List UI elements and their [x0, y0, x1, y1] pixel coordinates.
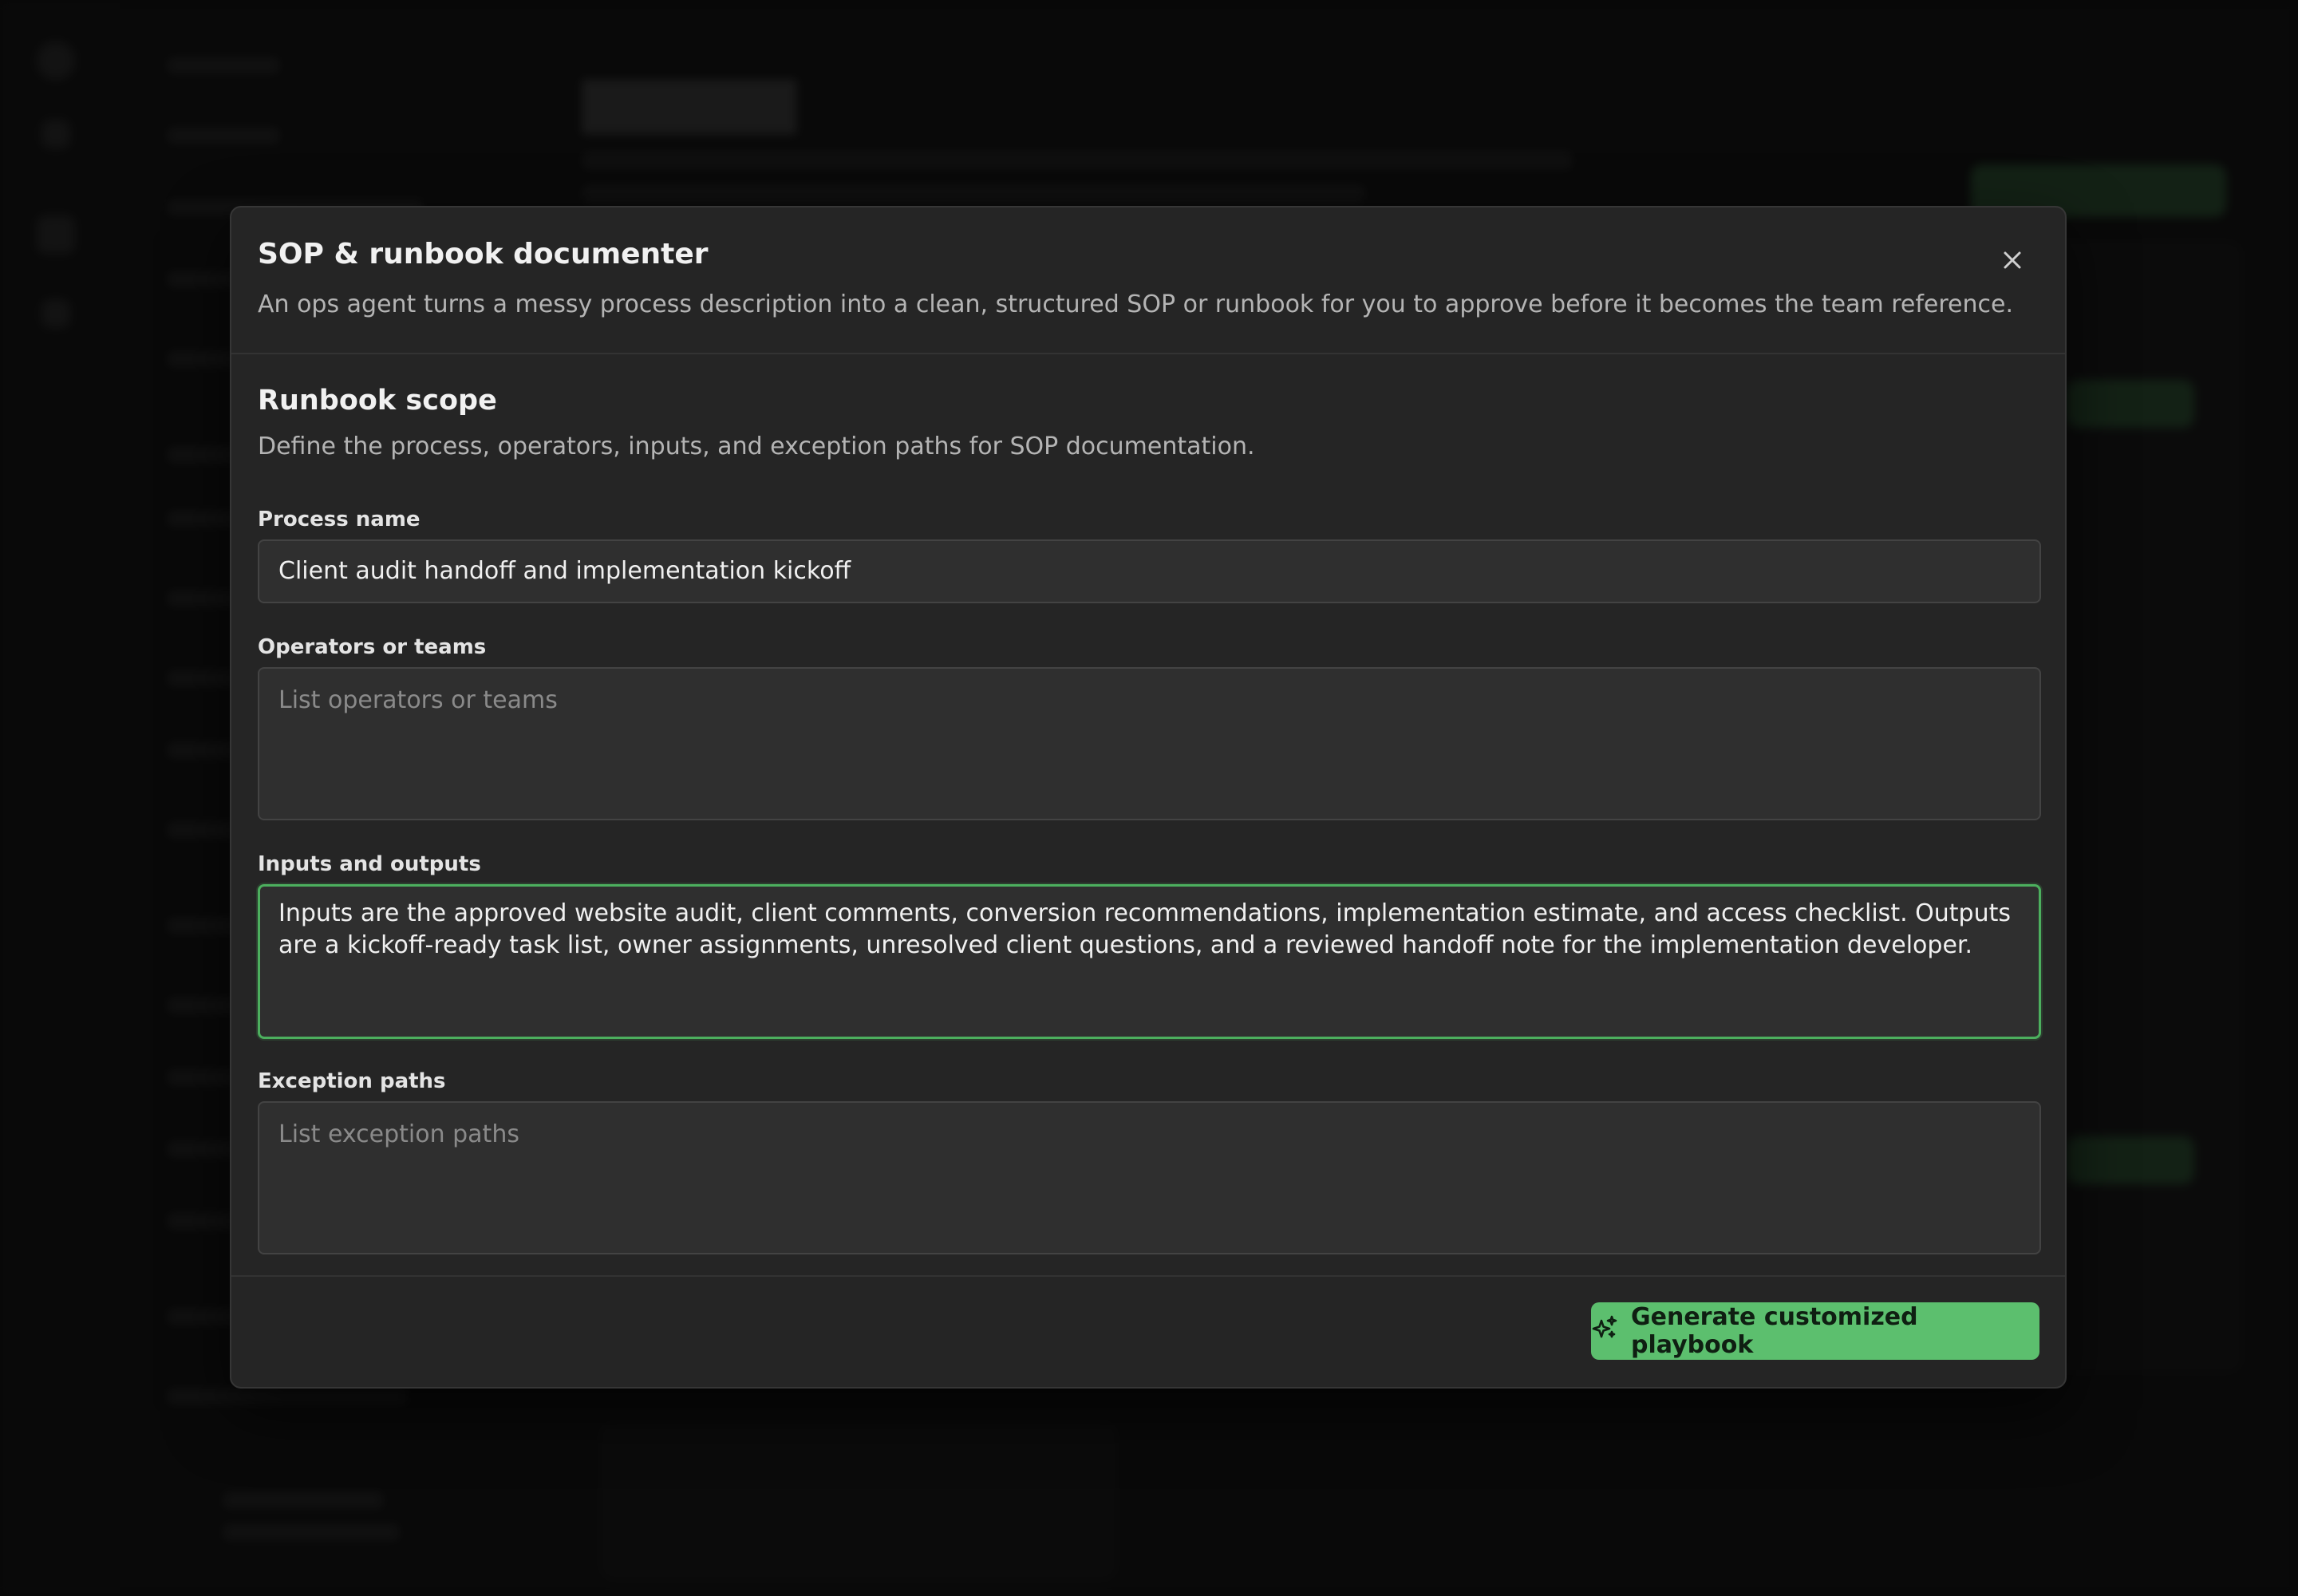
- close-button[interactable]: [1993, 243, 2031, 281]
- generate-playbook-label: Generate customized playbook: [1631, 1303, 1918, 1359]
- modal-footer: Generate customized playbook: [231, 1275, 2065, 1387]
- section-title: Runbook scope: [258, 385, 497, 417]
- modal-title: SOP & runbook documenter: [258, 238, 709, 271]
- generate-playbook-button[interactable]: Generate customized playbook: [1591, 1302, 2039, 1360]
- inputs-outputs-label: Inputs and outputs: [258, 852, 481, 876]
- section-description: Define the process, operators, inputs, a…: [258, 433, 1255, 460]
- operators-textarea[interactable]: List operators or teams: [258, 667, 2041, 820]
- close-icon: [2002, 250, 2023, 274]
- exception-paths-label: Exception paths: [258, 1069, 446, 1093]
- process-name-input[interactable]: Client audit handoff and implementation …: [258, 539, 2041, 603]
- inputs-outputs-textarea[interactable]: Inputs are the approved website audit, c…: [258, 884, 2041, 1039]
- exception-paths-textarea[interactable]: List exception paths: [258, 1101, 2041, 1254]
- sparkles-icon: [1591, 1314, 1618, 1348]
- process-name-label: Process name: [258, 508, 421, 531]
- sop-runbook-modal: SOP & runbook documenter An ops agent tu…: [230, 206, 2067, 1389]
- modal-header: SOP & runbook documenter An ops agent tu…: [231, 207, 2065, 354]
- operators-label: Operators or teams: [258, 635, 487, 659]
- modal-description: An ops agent turns a messy process descr…: [258, 290, 2014, 318]
